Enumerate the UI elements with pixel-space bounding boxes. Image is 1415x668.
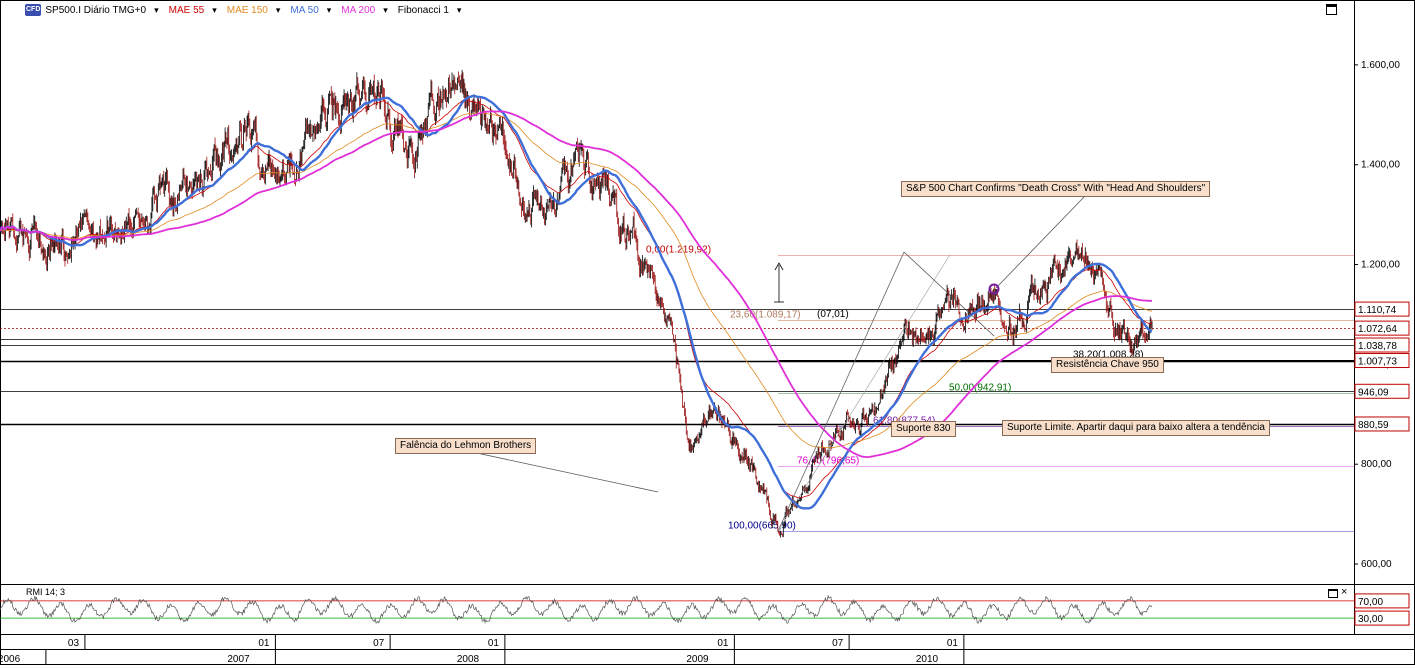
- legend-item[interactable]: MA 200 ▾: [341, 5, 387, 16]
- legend-bar: CFD SP500.I Diário TMG+0 ▾ MAE 55 ▾ MAE 150 ▾…: [25, 3, 461, 17]
- candles: [0, 69, 1153, 538]
- ma-200-line: [0, 110, 1152, 459]
- legend-item[interactable]: MAE 55 ▾: [169, 5, 217, 16]
- price-label-text: 1.038,78: [1358, 341, 1397, 352]
- time-axis-label: 01: [717, 638, 729, 649]
- y-tick-label: 800,00: [1361, 459, 1392, 470]
- neckline-connector: [903, 251, 995, 337]
- rmi-level-text: 70,00: [1358, 597, 1383, 608]
- y-tick-label: 1.600,00: [1361, 60, 1400, 71]
- fibonacci-overlap-label: (07,01): [817, 309, 849, 320]
- price-label-text: 1.007,73: [1358, 357, 1397, 368]
- legend-item-label: MAE 150: [226, 4, 268, 16]
- time-axis-label: 03: [68, 638, 80, 649]
- subpanel-close-icon[interactable]: ×: [1341, 587, 1347, 598]
- annotation-suporte-830: Suporte 830: [891, 421, 956, 437]
- year-axis-label: 2010: [916, 654, 939, 665]
- year-axis-label: 2006: [0, 654, 21, 665]
- fibonacci-label: 50,00(942,91): [949, 383, 1011, 394]
- legend-item-label: Fibonacci 1: [397, 4, 449, 16]
- legend-item[interactable]: MAE 150 ▾: [227, 5, 281, 16]
- legend-item-label: MA 50: [290, 4, 319, 16]
- dropdown-arrow-icon[interactable]: ▾: [276, 5, 281, 16]
- dropdown-arrow-icon[interactable]: ▾: [154, 5, 159, 16]
- annotation-death-cross: S&P 500 Chart Confirms "Death Cross" Wit…: [901, 181, 1211, 197]
- dropdown-arrow-icon[interactable]: ▾: [212, 5, 217, 16]
- price-label-box: 1.007,73: [1354, 353, 1410, 369]
- time-axis-label: 01: [947, 638, 959, 649]
- time-axis-label: 01: [258, 638, 270, 649]
- mae-150-line: [0, 112, 1153, 449]
- price-label-box: 1.038,78: [1354, 337, 1410, 353]
- rmi-level-text: 30,00: [1358, 614, 1383, 625]
- time-axis-label: 01: [488, 638, 500, 649]
- cfd-logo-icon: CFD: [25, 4, 42, 16]
- chart-svg: 1.600,001.400,001.200,001.000,00800,0060…: [0, 0, 1415, 665]
- dropdown-arrow-icon[interactable]: ▾: [457, 5, 462, 16]
- time-axis-label: 07: [832, 638, 844, 649]
- y-tick-label: 1.400,00: [1361, 160, 1400, 171]
- price-label-text: 880,59: [1358, 420, 1389, 431]
- legend-item[interactable]: SP500.I Diário TMG+0 ▾: [45, 5, 158, 16]
- price-label-box: 946,09: [1354, 383, 1410, 399]
- price-label-text: 1.072,64: [1358, 324, 1397, 335]
- maximize-icon[interactable]: [1326, 4, 1337, 15]
- dropdown-arrow-icon[interactable]: ▾: [327, 5, 332, 16]
- legend-item[interactable]: Fibonacci 1 ▾: [398, 5, 462, 16]
- rmi-level-label-box: 70,00: [1354, 593, 1410, 609]
- legend-item[interactable]: MA 50 ▾: [290, 5, 331, 16]
- fibonacci-label: 23,60(1.089,17): [730, 310, 801, 321]
- rmi-line: [0, 594, 1153, 624]
- fibonacci-label: 100,00(665,90): [728, 521, 796, 532]
- price-label-box: 1.072,64: [1354, 320, 1410, 336]
- legend-item-label: MAE 55: [168, 4, 205, 16]
- year-axis-label: 2008: [457, 654, 480, 665]
- year-axis-label: 2009: [686, 654, 709, 665]
- price-label-box: 880,59: [1354, 416, 1410, 432]
- annotation-lehman: Falência do Lehmon Brothers: [395, 438, 537, 454]
- outer-frame: [0, 0, 1415, 665]
- price-label-text: 1.110,74: [1358, 305, 1397, 316]
- legend-items: SP500.I Diário TMG+0 ▾ MAE 55 ▾ MAE 150 ▾ MA 5…: [45, 5, 461, 16]
- annotation-connector-death-cross: [995, 195, 1086, 289]
- year-axis-label: 2007: [227, 654, 250, 665]
- rmi-title: RMI 14; 3: [26, 587, 66, 597]
- y-tick-label: 600,00: [1361, 559, 1392, 570]
- legend-item-label: SP500.I Diário TMG+0: [45, 4, 147, 16]
- price-label-text: 946,09: [1358, 387, 1389, 398]
- y-tick-label: 1.200,00: [1361, 260, 1400, 271]
- subpanel-maximize-icon[interactable]: [1328, 589, 1338, 598]
- rmi-level-label-box: 30,00: [1354, 610, 1410, 626]
- annotation-suporte-limite: Suporte Limite. Apartir daqui para baixo…: [1002, 420, 1270, 436]
- price-label-box: 1.110,74: [1354, 301, 1410, 317]
- annotation-connector-lehman: [471, 451, 659, 493]
- annotation-resistencia: Resistência Chave 950: [1051, 357, 1164, 373]
- time-axis-label: 07: [373, 638, 385, 649]
- trading-chart: 1.600,001.400,001.200,001.000,00800,0060…: [0, 0, 1415, 665]
- legend-item-label: MA 200: [341, 4, 376, 16]
- dropdown-arrow-icon[interactable]: ▾: [383, 5, 388, 16]
